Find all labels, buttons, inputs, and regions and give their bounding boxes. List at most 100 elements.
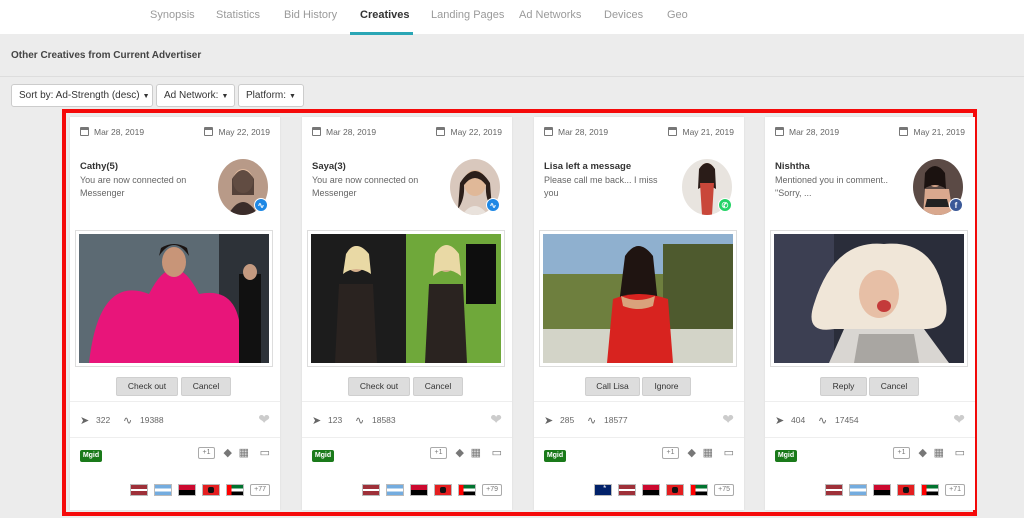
cta-button-secondary[interactable]: Ignore — [642, 377, 691, 396]
country-flags: +79 — [362, 482, 502, 497]
creative-title: Cathy(5) — [80, 161, 119, 172]
ad-network-badge: Mgid — [544, 450, 566, 462]
cta-button-primary[interactable]: Call Lisa — [585, 377, 640, 396]
more-countries-badge[interactable]: +75 — [714, 483, 734, 496]
active-tab-indicator — [350, 32, 413, 35]
desktop-icon: ▭ — [259, 447, 270, 459]
cta-button-primary[interactable]: Reply — [820, 377, 867, 396]
rocket-icon: ➤ — [80, 415, 90, 427]
cta-button-secondary[interactable]: Cancel — [181, 377, 231, 396]
windows-icon: ▦ — [933, 447, 944, 459]
creative-text: You are now connected on Messenger — [80, 175, 187, 198]
first-seen-date: Mar 28, 2019 — [544, 127, 608, 137]
flag-latvia-icon — [362, 483, 381, 496]
sort-dropdown-label: Sort by: Ad-Strength (desc) — [19, 90, 140, 101]
favorite-heart-icon[interactable]: ❤ — [722, 411, 734, 428]
messenger-icon: ∿ — [486, 198, 500, 212]
card-divider — [70, 437, 280, 438]
favorite-heart-icon[interactable]: ❤ — [490, 411, 502, 428]
card-divider — [534, 437, 744, 438]
creative-card-4: Mar 28, 2019 May 21, 2019 Nishtha Mentio… — [765, 117, 975, 510]
creative-text: You are now connected on Messenger — [312, 175, 419, 198]
calendar-icon — [775, 127, 784, 136]
calendar-icon — [312, 127, 321, 136]
card-divider — [765, 401, 975, 402]
days-running-count: 19388 — [140, 415, 164, 425]
facebook-icon: f — [949, 198, 963, 212]
ad-network-dropdown[interactable]: Ad Network: ▼ — [156, 84, 235, 107]
cta-button-secondary[interactable]: Cancel — [413, 377, 463, 396]
cta-button-primary[interactable]: Check out — [348, 377, 410, 396]
first-seen-date: Mar 28, 2019 — [312, 127, 376, 137]
flag-angola-icon — [410, 483, 429, 496]
platform-dropdown-label: Platform: — [246, 90, 287, 101]
ad-network-dropdown-label: Ad Network: — [164, 90, 219, 101]
tab-bid-history[interactable]: Bid History — [284, 9, 337, 21]
days-running-count: 17454 — [835, 415, 859, 425]
top-nav: Synopsis Statistics Bid History Creative… — [0, 0, 1024, 35]
creative-title: Nishtha — [775, 161, 810, 172]
impressions-count: 123 — [328, 415, 343, 425]
tab-ad-networks[interactable]: Ad Networks — [519, 9, 581, 21]
tab-synopsis[interactable]: Synopsis — [150, 9, 195, 21]
creative-text: Please call me back... I miss you — [544, 175, 658, 198]
tab-devices[interactable]: Devices — [604, 9, 643, 21]
trend-icon: ∿ — [587, 415, 597, 427]
section-divider — [0, 76, 1024, 77]
calendar-icon — [899, 127, 909, 136]
tab-landing-pages[interactable]: Landing Pages — [431, 9, 504, 21]
first-seen-date-text: Mar 28, 2019 — [94, 127, 145, 137]
ad-network-badge: Mgid — [775, 450, 797, 462]
last-seen-date-text: May 22, 2019 — [450, 127, 502, 137]
impressions-count: 285 — [560, 415, 575, 425]
flag-angola-icon — [873, 483, 892, 496]
rocket-icon: ➤ — [312, 415, 322, 427]
creative-card-1: Mar 28, 2019 May 22, 2019 Cathy(5) You a… — [70, 117, 280, 510]
card-divider — [534, 401, 744, 402]
cta-button-secondary[interactable]: Cancel — [869, 377, 919, 396]
more-countries-badge[interactable]: +77 — [250, 483, 270, 496]
sort-dropdown[interactable]: Sort by: Ad-Strength (desc) ▼ — [11, 84, 153, 107]
calendar-icon — [436, 127, 446, 136]
tab-statistics[interactable]: Statistics — [216, 9, 260, 21]
android-icon: ◆ — [918, 447, 927, 459]
whatsapp-icon: ✆ — [718, 198, 732, 212]
more-countries-badge[interactable]: +71 — [945, 483, 965, 496]
ad-network-badge: Mgid — [80, 450, 102, 462]
rocket-icon: ➤ — [544, 415, 554, 427]
creative-image — [539, 230, 737, 367]
calendar-icon — [544, 127, 553, 136]
android-icon: ◆ — [687, 447, 696, 459]
flag-argentina-icon — [154, 483, 173, 496]
last-seen-date: May 21, 2019 — [668, 127, 734, 137]
more-countries-badge[interactable]: +79 — [482, 483, 502, 496]
last-seen-date-text: May 21, 2019 — [682, 127, 734, 137]
cta-button-primary[interactable]: Check out — [116, 377, 178, 396]
flag-albania-icon — [434, 483, 453, 496]
favorite-heart-icon[interactable]: ❤ — [258, 411, 270, 428]
flag-albania-icon — [666, 483, 685, 496]
windows-icon: ▦ — [470, 447, 481, 459]
first-seen-date: Mar 28, 2019 — [775, 127, 839, 137]
windows-icon: ▦ — [702, 447, 713, 459]
favorite-heart-icon[interactable]: ❤ — [953, 411, 965, 428]
creative-image — [307, 230, 505, 367]
tab-creatives[interactable]: Creatives — [360, 9, 410, 21]
flag-latvia-icon — [130, 483, 149, 496]
platform-dropdown[interactable]: Platform: ▼ — [238, 84, 304, 107]
impressions-count: 404 — [791, 415, 806, 425]
creative-image — [75, 230, 273, 367]
country-flags: +75 — [594, 482, 734, 497]
card-divider — [70, 401, 280, 402]
messenger-icon: ∿ — [254, 198, 268, 212]
desktop-icon: ▭ — [723, 447, 734, 459]
tab-geo[interactable]: Geo — [667, 9, 688, 21]
first-seen-date-text: Mar 28, 2019 — [558, 127, 609, 137]
card-divider — [302, 401, 512, 402]
days-running-count: 18583 — [372, 415, 396, 425]
chevron-down-icon: ▼ — [289, 93, 296, 100]
more-platforms-badge: +1 — [893, 447, 910, 459]
android-icon: ◆ — [223, 447, 232, 459]
flag-uae-icon — [458, 483, 477, 496]
flag-uae-icon — [921, 483, 940, 496]
